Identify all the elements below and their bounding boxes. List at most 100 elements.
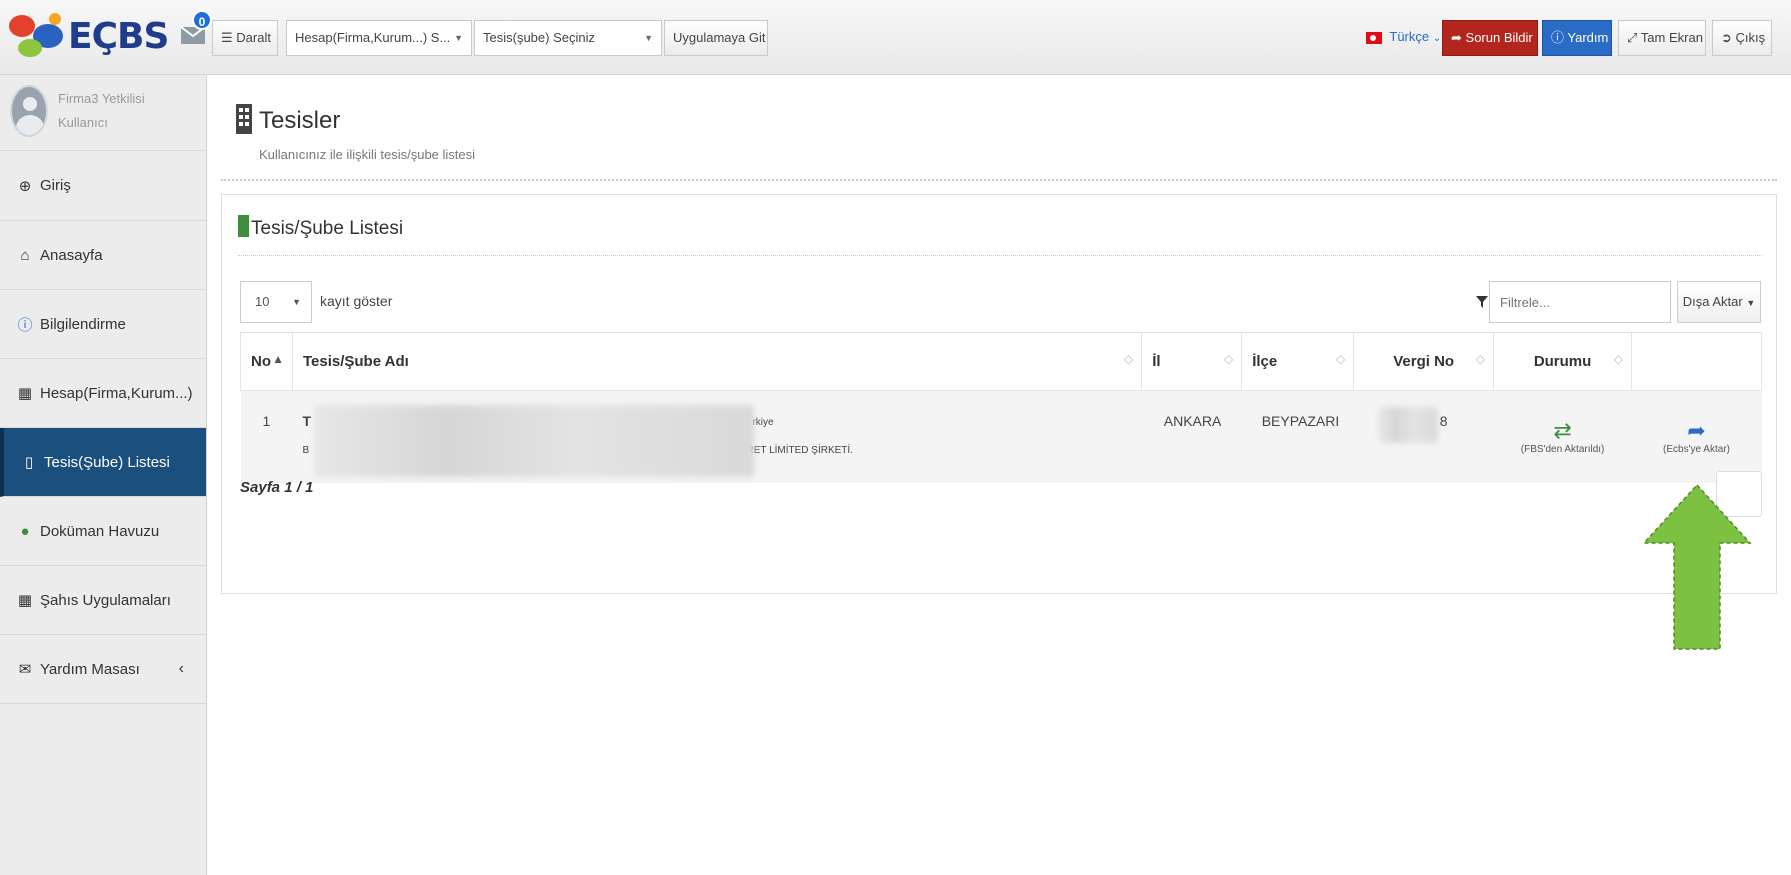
- user-name-line2: Kullanıcı: [58, 115, 108, 130]
- exit-button[interactable]: ➲ Çıkış: [1712, 20, 1772, 56]
- page-title: Tesisler: [259, 107, 341, 134]
- ecbs-logo[interactable]: EÇBS: [8, 10, 169, 65]
- annotation-arrow-icon: [1642, 483, 1752, 650]
- sidebar-item-label: Yardım Masası: [40, 660, 140, 678]
- address-text-start: B: [302, 445, 310, 456]
- header-label: Vergi No: [1393, 353, 1455, 370]
- share-arrow-icon[interactable]: ➦: [1632, 418, 1762, 444]
- question-icon: ⓘ: [1551, 30, 1565, 45]
- transfer-to-ecbs-link[interactable]: (Ecbs'ye Aktar): [1632, 444, 1762, 455]
- collapse-button[interactable]: ☰ Daralt: [212, 20, 278, 56]
- logo-text: EÇBS: [68, 16, 169, 57]
- sidebar-item-label: Şahıs Uygulamaları: [40, 591, 171, 609]
- column-header-tax-no[interactable]: Vergi No ◇: [1353, 332, 1495, 391]
- sidebar-item-label: Tesis(Şube) Listesi: [44, 453, 170, 471]
- column-header-actions: [1631, 332, 1762, 391]
- home-icon: ⌂: [20, 246, 30, 264]
- cell-name: T rkiye B RET LİMİTED ŞİRKETİ.: [292, 390, 1142, 483]
- export-dropdown[interactable]: Dışa Aktar ▼: [1677, 281, 1761, 323]
- cell-status: ⇄ (FBS'den Aktarıldı): [1493, 390, 1632, 483]
- sign-out-icon: ➲: [1721, 30, 1732, 45]
- sidebar-item-sahis-uygulamalari[interactable]: ▦ Şahıs Uygulamaları: [0, 566, 206, 635]
- sidebar: Firma3 Yetkilisi Kullanıcı ⊕ Giriş ⌂ Ana…: [0, 75, 207, 875]
- page-length-select[interactable]: 10 ▼: [240, 281, 312, 323]
- cell-city: ANKARA: [1141, 390, 1242, 483]
- account-select-value: Hesap(Firma,Kurum...) S...: [295, 30, 451, 45]
- sidebar-item-label: Doküman Havuzu: [40, 522, 160, 540]
- account-select[interactable]: Hesap(Firma,Kurum...) S... ▼: [286, 20, 472, 56]
- tax-no-end: 8: [1439, 413, 1448, 429]
- cell-action[interactable]: ➦ (Ecbs'ye Aktar): [1631, 390, 1762, 483]
- cell-tax-no: 8: [1353, 390, 1494, 483]
- export-label: Dışa Aktar: [1682, 294, 1743, 309]
- building-icon: [238, 215, 249, 237]
- language-label: Türkçe: [1389, 29, 1430, 44]
- facility-list-panel: Tesis/Şube Listesi 10 ▼ kayıt göster Dış…: [221, 194, 1777, 594]
- login-icon: ⊕: [18, 177, 32, 195]
- chevron-left-icon: ‹: [178, 660, 184, 677]
- sidebar-item-label: Giriş: [40, 177, 71, 194]
- help-label: Yardım: [1567, 30, 1609, 45]
- language-dropdown[interactable]: Türkçe ⌄: [1358, 20, 1440, 56]
- sidebar-item-bilgilendirme[interactable]: ⓘ Bilgilendirme: [0, 290, 206, 359]
- main-content: Tesisler Kullanıcınız ile ilişkili tesis…: [207, 75, 1791, 875]
- status-note: (FBS'den Aktarıldı): [1520, 444, 1605, 456]
- report-issue-button[interactable]: ➦ Sorun Bildir: [1442, 20, 1538, 56]
- sort-asc-icon: ▲: [272, 352, 284, 366]
- sidebar-item-hesap[interactable]: ▦ Hesap(Firma,Kurum...): [0, 359, 206, 428]
- sidebar-item-yardim-masasi[interactable]: ✉ Yardım Masası ‹: [0, 635, 206, 704]
- table-header-row: No ▲ Tesis/Şube Adı ◇ İl ◇ İlçe ◇ Vergi No ◇ …: [240, 332, 1762, 391]
- share-icon: ➦: [1451, 30, 1462, 45]
- sidebar-item-label: Anasayfa: [40, 246, 103, 264]
- logo-mark-icon: [9, 13, 63, 57]
- header-label: İlçe: [1252, 353, 1278, 370]
- user-name: Firma3 Yetkilisi Kullanıcı: [58, 87, 145, 135]
- header-label: Durumu: [1533, 353, 1592, 370]
- users-icon: ●: [20, 522, 30, 540]
- top-bar: EÇBS 0 ☰ Daralt Hesap(Firma,Kurum...) S.…: [0, 0, 1791, 75]
- building-icon: [235, 103, 253, 138]
- sidebar-item-tesis-listesi[interactable]: ▯ Tesis(Şube) Listesi: [0, 428, 206, 497]
- cell-no: 1: [240, 390, 293, 483]
- header-label: No: [251, 353, 271, 370]
- page-subtitle: Kullanıcınız ile ilişkili tesis/şube lis…: [259, 147, 476, 162]
- panel-title: Tesis/Şube Listesi: [238, 215, 403, 240]
- user-panel[interactable]: Firma3 Yetkilisi Kullanıcı: [0, 75, 206, 151]
- report-label: Sorun Bildir: [1465, 30, 1533, 45]
- user-name-line1: Firma3 Yetkilisi: [58, 91, 145, 106]
- facility-select[interactable]: Tesis(şube) Seçiniz ▼: [474, 20, 662, 56]
- caret-down-icon: ▼: [1746, 298, 1756, 308]
- transfer-icon: ⇄: [1553, 418, 1572, 444]
- redacted-area: [314, 405, 755, 477]
- column-header-district[interactable]: İlçe ◇: [1241, 332, 1355, 391]
- notification-badge: 0: [192, 10, 212, 30]
- go-app-label: Uygulamaya Git: [673, 30, 766, 45]
- header-label: İl: [1152, 353, 1161, 370]
- go-app-dropdown[interactable]: Uygulamaya Git ▼: [664, 20, 768, 56]
- avatar: [10, 85, 48, 137]
- header-label: Tesis/Şube Adı: [302, 353, 409, 370]
- page-length-label: kayıt göster: [320, 293, 393, 309]
- filter-input[interactable]: [1489, 281, 1671, 323]
- caret-down-icon: ▼: [644, 33, 653, 43]
- expand-icon: ⤢: [1627, 30, 1638, 45]
- column-header-city[interactable]: İl ◇: [1141, 332, 1243, 391]
- fullscreen-label: Tam Ekran: [1640, 30, 1703, 45]
- fullscreen-button[interactable]: ⤢ Tam Ekran: [1618, 20, 1706, 56]
- column-header-no[interactable]: No ▲: [240, 332, 293, 391]
- building-icon: ▦: [17, 385, 33, 402]
- sidebar-item-dokuman-havuzu[interactable]: ● Doküman Havuzu: [0, 497, 206, 566]
- help-button[interactable]: ⓘ Yardım: [1542, 20, 1612, 56]
- sidebar-item-giris[interactable]: ⊕ Giriş: [0, 151, 206, 221]
- column-header-name[interactable]: Tesis/Şube Adı ◇: [291, 332, 1143, 391]
- pagination-info: Sayfa 1 / 1: [240, 479, 314, 496]
- page-length-value: 10: [255, 294, 270, 309]
- column-header-status[interactable]: Durumu ◇: [1493, 332, 1633, 391]
- cell-district: BEYPAZARI: [1241, 390, 1354, 483]
- sort-icon: ◇: [1335, 352, 1346, 366]
- caret-down-icon: ▼: [292, 297, 301, 307]
- facility-table: No ▲ Tesis/Şube Adı ◇ İl ◇ İlçe ◇ Vergi No ◇ …: [240, 332, 1762, 483]
- sidebar-item-anasayfa[interactable]: ⌂ Anasayfa: [0, 221, 206, 290]
- name-text-start: T: [302, 413, 312, 429]
- table-row[interactable]: 1 T rkiye B RET LİMİTED ŞİRKETİ. ANKARA …: [240, 390, 1762, 483]
